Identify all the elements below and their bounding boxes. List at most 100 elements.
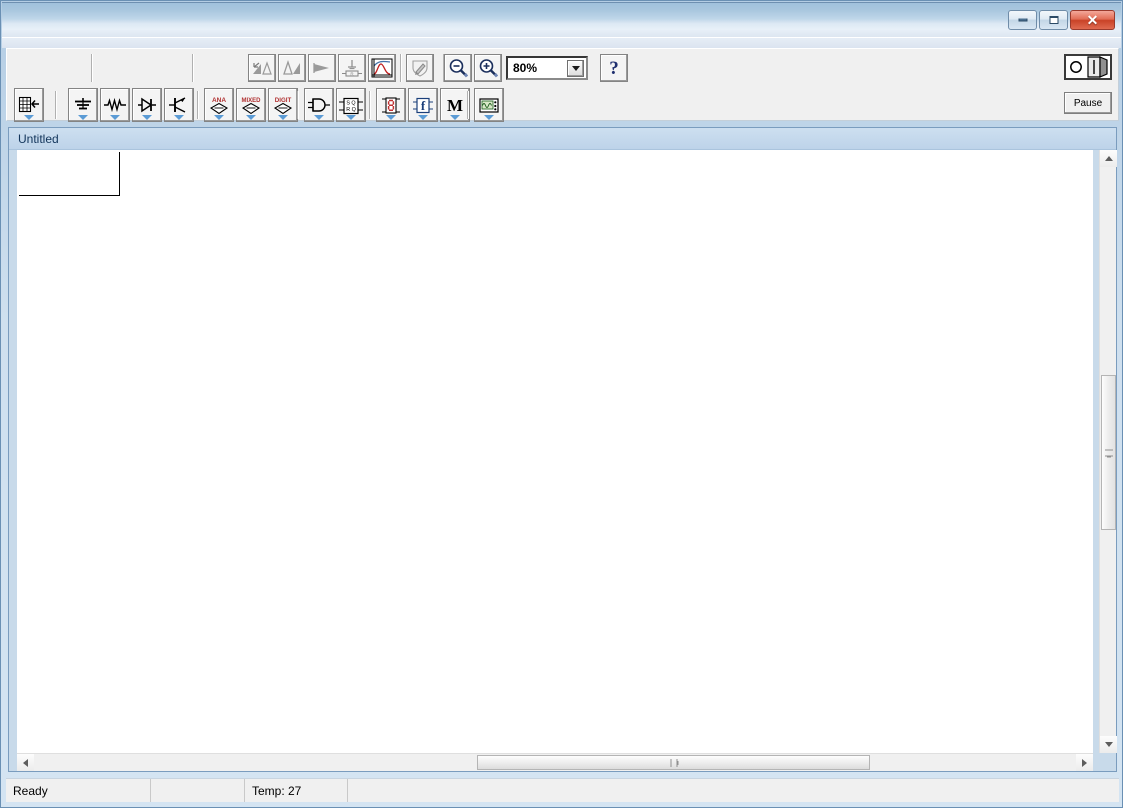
seven-segment-icon xyxy=(382,96,400,114)
triangle-up-icon xyxy=(1104,156,1113,161)
place-electromech-button[interactable]: M xyxy=(440,88,470,122)
component-db-group xyxy=(13,87,45,123)
close-button[interactable]: ✕ xyxy=(1070,10,1115,30)
place-ttl-button[interactable] xyxy=(304,88,334,122)
dc-operating-point-button[interactable] xyxy=(248,54,276,82)
magnifier-plus-icon xyxy=(479,59,498,78)
toolbar-separator xyxy=(91,54,93,82)
transient-analysis-button[interactable] xyxy=(308,54,336,82)
chevron-down-icon[interactable] xyxy=(314,115,324,120)
simulation-toolbar: R 80% ? xyxy=(7,50,1118,86)
schematic-canvas[interactable] xyxy=(17,150,1093,753)
chevron-down-icon[interactable] xyxy=(386,115,396,120)
vertical-scrollbar-thumb[interactable] xyxy=(1101,375,1116,530)
pause-button[interactable]: Pause xyxy=(1064,92,1112,114)
place-misc-label: f xyxy=(421,98,426,113)
triangle-right-icon xyxy=(1082,758,1087,767)
place-transistor-button[interactable] xyxy=(164,88,194,122)
ground-source-icon xyxy=(75,98,91,110)
database-arrow-icon xyxy=(18,96,39,113)
logic-components-group: S Q R Q xyxy=(303,87,367,123)
chevron-down-icon[interactable] xyxy=(246,115,256,120)
run-stop-switch[interactable] xyxy=(1064,54,1112,80)
place-diode-button[interactable] xyxy=(132,88,162,122)
ac-analysis-button[interactable] xyxy=(278,54,306,82)
components-toolbar: ANA MIXED DIGIT S Q R Q f M xyxy=(7,87,1118,123)
chevron-down-icon[interactable] xyxy=(484,115,494,120)
opamp-tilted-icon: MIXED xyxy=(241,98,261,114)
chevron-down-icon[interactable] xyxy=(174,115,184,120)
status-blank-2 xyxy=(348,779,1119,802)
magnifier-minus-icon xyxy=(449,59,468,78)
triangle-left-icon xyxy=(23,758,28,767)
zoom-in-button[interactable] xyxy=(474,54,502,82)
transistor-icon xyxy=(169,97,186,113)
place-indicator-button[interactable] xyxy=(376,88,406,122)
place-analog-button[interactable]: ANA xyxy=(204,88,234,122)
ic-components-group: ANA MIXED DIGIT xyxy=(203,87,299,123)
vertical-scrollbar[interactable] xyxy=(1099,150,1117,753)
component-database-button[interactable] xyxy=(14,88,44,122)
grip-icon xyxy=(670,758,677,767)
pencil-shield-icon xyxy=(412,59,428,77)
chevron-down-icon[interactable] xyxy=(567,60,584,77)
place-digital-button[interactable]: DIGIT xyxy=(268,88,298,122)
toolbar-separator xyxy=(55,91,57,119)
svg-text:S Q: S Q xyxy=(346,100,355,106)
scroll-down-button[interactable] xyxy=(1100,736,1117,753)
place-electromech-label: M xyxy=(447,96,463,115)
status-blank-1 xyxy=(151,779,245,802)
zoom-level-select[interactable]: 80% xyxy=(506,56,588,80)
place-cmos-button[interactable]: S Q R Q xyxy=(336,88,366,122)
horizontal-scrollbar-thumb[interactable] xyxy=(477,755,870,770)
chevron-down-icon[interactable] xyxy=(142,115,152,120)
status-temp: Temp: 27 xyxy=(245,779,348,802)
toolbar-separator xyxy=(297,91,299,119)
chevron-down-icon[interactable] xyxy=(418,115,428,120)
grip-icon xyxy=(1104,449,1113,456)
place-source-button[interactable] xyxy=(68,88,98,122)
horizontal-scrollbar[interactable] xyxy=(17,753,1093,771)
passive-components-group xyxy=(67,87,195,123)
place-basic-button[interactable] xyxy=(100,88,130,122)
chevron-down-icon[interactable] xyxy=(450,115,460,120)
transient-icon xyxy=(313,63,329,73)
place-instrument-button[interactable] xyxy=(474,88,504,122)
chevron-down-icon[interactable] xyxy=(78,115,88,120)
parameter-sweep-button[interactable]: R xyxy=(338,54,366,82)
rocker-switch-icon xyxy=(1066,56,1110,78)
and-gate-icon xyxy=(308,98,330,112)
opamp-tilted-icon: ANA xyxy=(209,97,229,114)
scroll-right-button[interactable] xyxy=(1076,754,1093,771)
scroll-up-button[interactable] xyxy=(1100,150,1117,167)
oscilloscope-icon xyxy=(479,97,499,113)
resistor-icon xyxy=(104,97,126,113)
chevron-down-icon[interactable] xyxy=(346,115,356,120)
grapher-button[interactable] xyxy=(368,54,396,82)
function-block-icon: f xyxy=(413,97,433,113)
triangle-down-icon xyxy=(1104,742,1113,747)
application-window: ✕ R 80% ? ANA MIXED DIGIT S Q R Q f M Pa… xyxy=(0,0,1123,808)
document-title-bar[interactable]: Untitled xyxy=(9,128,1116,150)
chevron-down-icon[interactable] xyxy=(24,115,34,120)
chevron-down-icon[interactable] xyxy=(278,115,288,120)
maximize-icon xyxy=(1049,16,1058,24)
scroll-left-button[interactable] xyxy=(17,754,34,771)
minimize-button[interactable] xyxy=(1008,10,1037,30)
toolbar-separator xyxy=(369,91,371,119)
chevron-down-icon[interactable] xyxy=(110,115,120,120)
title-bar: ✕ xyxy=(2,2,1121,38)
menu-bar-strip xyxy=(2,38,1121,48)
place-misc-button[interactable]: f xyxy=(408,88,438,122)
postprocessor-button[interactable] xyxy=(406,54,434,82)
pause-button-label: Pause xyxy=(1073,97,1103,109)
place-mixed-button[interactable]: MIXED xyxy=(236,88,266,122)
window-controls: ✕ xyxy=(1008,10,1115,30)
help-question-icon: ? xyxy=(609,57,619,79)
chevron-down-icon[interactable] xyxy=(214,115,224,120)
maximize-button[interactable] xyxy=(1039,10,1068,30)
help-button[interactable]: ? xyxy=(600,54,628,82)
indicator-misc-group: f M xyxy=(375,87,471,123)
zoom-out-button[interactable] xyxy=(444,54,472,82)
toolbar-separator xyxy=(192,54,194,82)
